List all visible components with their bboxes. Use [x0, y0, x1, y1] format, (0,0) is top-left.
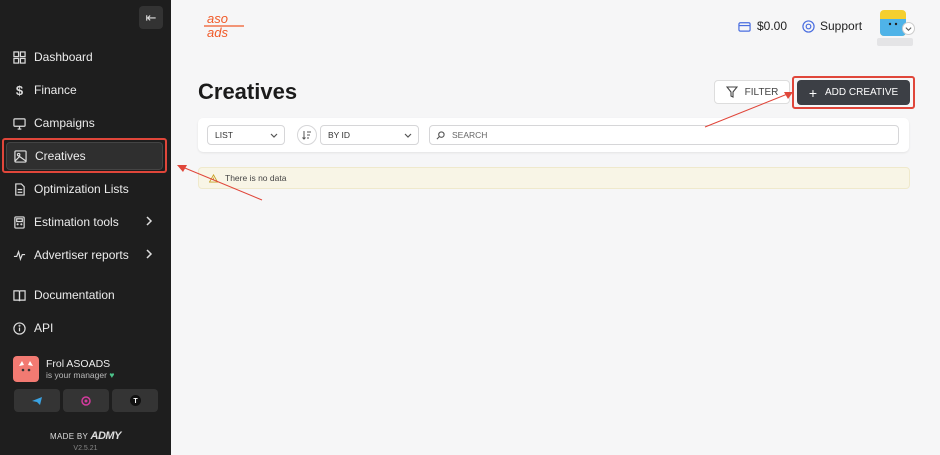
t-button[interactable]: T	[112, 389, 158, 412]
chevron-right-icon	[146, 216, 153, 226]
sort-by-value: BY ID	[328, 130, 351, 140]
lifebuoy-icon	[802, 19, 815, 33]
search-input[interactable]	[452, 130, 882, 140]
svg-text:aso: aso	[207, 12, 228, 26]
filter-icon	[725, 86, 738, 98]
aso-ads-logo[interactable]: aso ads	[204, 11, 250, 40]
activity-icon	[13, 249, 26, 262]
sidebar: ⇤ Dashboard $ Finance Campaigns Creative…	[0, 0, 171, 455]
sidebar-item-finance[interactable]: $ Finance	[6, 76, 163, 104]
manager-card: Frol ASOADS is your manager ♥	[12, 354, 162, 384]
sidebar-item-estimation-tools[interactable]: Estimation tools	[6, 208, 163, 236]
chevron-down-icon	[905, 27, 912, 31]
sidebar-item-optimization-lists[interactable]: Optimization Lists	[6, 175, 163, 203]
balance-display[interactable]: $0.00	[738, 19, 787, 33]
telegram-icon	[32, 396, 42, 405]
sort-icon	[302, 131, 311, 140]
support-link[interactable]: Support	[802, 19, 862, 33]
telegram-button[interactable]	[14, 389, 60, 412]
filter-label: FILTER	[744, 86, 779, 98]
support-label: Support	[820, 19, 863, 33]
image-icon	[14, 149, 27, 163]
filter-button[interactable]: FILTER	[714, 80, 790, 104]
email-icon	[81, 395, 91, 406]
manager-name: Frol ASOADS	[46, 358, 111, 370]
calculator-icon	[13, 215, 26, 229]
sort-by-select[interactable]: BY ID	[320, 125, 419, 145]
dashboard-icon	[13, 50, 26, 64]
search-icon	[436, 130, 445, 139]
list-toolbar: LIST BY ID	[198, 118, 909, 152]
admy-logo: ADMY	[90, 430, 122, 442]
document-icon	[13, 182, 26, 196]
info-icon	[13, 321, 26, 335]
warning-icon	[209, 173, 218, 183]
sort-direction-button[interactable]	[297, 125, 317, 145]
sidebar-item-label: Advertiser reports	[34, 248, 129, 262]
sidebar-item-documentation[interactable]: Documentation	[6, 281, 163, 309]
dollar-icon: $	[15, 82, 24, 98]
view-select-value: LIST	[215, 130, 233, 140]
user-name-redacted	[877, 38, 913, 46]
chevron-right-icon	[146, 249, 153, 259]
chevron-down-icon	[270, 133, 278, 138]
balance-amount: $0.00	[757, 19, 788, 33]
sidebar-item-campaigns[interactable]: Campaigns	[6, 109, 163, 137]
sidebar-item-creatives[interactable]: Creatives	[6, 142, 163, 170]
heart-icon: ♥	[109, 370, 115, 380]
sidebar-item-label: Creatives	[35, 149, 86, 163]
sidebar-item-advertiser-reports[interactable]: Advertiser reports	[6, 241, 163, 269]
svg-text:ads: ads	[207, 25, 228, 40]
sidebar-item-api[interactable]: API	[6, 314, 163, 342]
book-icon	[13, 289, 26, 302]
add-creative-button[interactable]: + ADD CREATIVE	[797, 80, 910, 105]
empty-message: There is no data	[225, 173, 287, 183]
sidebar-item-label: Optimization Lists	[34, 182, 129, 196]
add-creative-label: ADD CREATIVE	[825, 87, 899, 98]
svg-text:T: T	[133, 398, 138, 405]
chevron-down-icon	[404, 133, 412, 138]
made-by: MADE BY ADMY	[50, 430, 122, 442]
t-icon: T	[129, 395, 141, 406]
collapse-sidebar-button[interactable]: ⇤	[139, 6, 163, 29]
search-box[interactable]	[429, 125, 899, 145]
manager-subtitle: is your manager ♥	[46, 370, 115, 380]
arrow-head	[177, 165, 187, 172]
monitor-icon	[13, 117, 26, 130]
sidebar-item-label: Documentation	[34, 288, 115, 302]
page-title: Creatives	[198, 79, 298, 104]
sidebar-item-label: Dashboard	[34, 50, 93, 64]
sidebar-item-label: Finance	[34, 83, 77, 97]
sidebar-item-label: Estimation tools	[34, 215, 119, 229]
sidebar-item-label: API	[34, 321, 54, 335]
wallet-icon	[738, 21, 751, 32]
plus-icon: +	[808, 84, 817, 101]
sidebar-item-label: Campaigns	[34, 116, 95, 130]
sidebar-item-dashboard[interactable]: Dashboard	[6, 43, 163, 71]
empty-state-alert: There is no data	[198, 167, 910, 189]
view-select[interactable]: LIST	[207, 125, 285, 145]
email-button[interactable]	[63, 389, 109, 412]
user-menu-dropdown[interactable]	[902, 22, 915, 35]
version-label: V2.5.21	[73, 445, 98, 452]
cat-icon	[19, 361, 33, 372]
manager-avatar	[13, 356, 39, 382]
